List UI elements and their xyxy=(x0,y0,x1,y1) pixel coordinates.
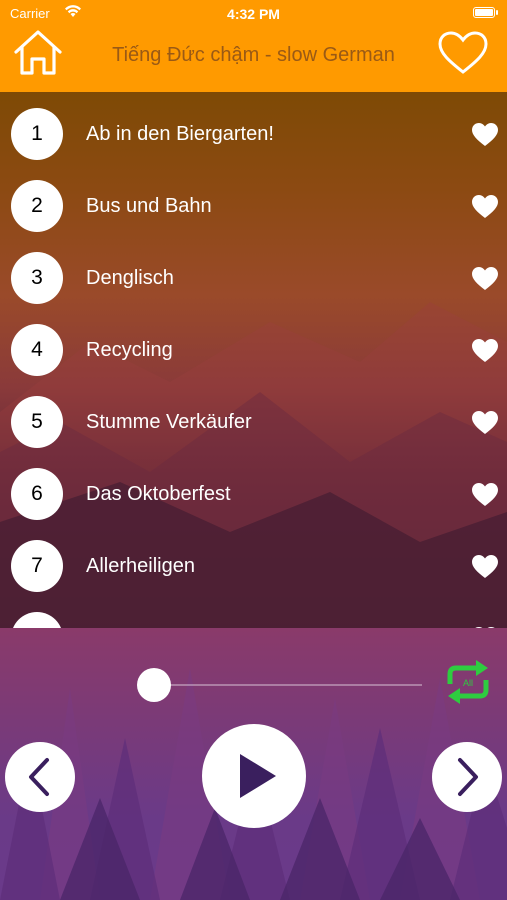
repeat-button[interactable]: All xyxy=(442,658,494,706)
lesson-title: Stumme Verkäufer xyxy=(86,411,252,433)
heart-icon[interactable] xyxy=(471,482,499,508)
play-icon xyxy=(240,754,276,798)
page-title: Tiếng Đức chậm - slow German xyxy=(112,44,395,66)
lesson-number: 2 xyxy=(11,180,63,232)
heart-icon[interactable] xyxy=(471,122,499,148)
top-bar: Carrier 4:32 PM Tiếng Đức chậm - slow Ge… xyxy=(0,0,507,92)
lesson-number: 1 xyxy=(11,108,63,160)
repeat-mode-label: All xyxy=(463,678,473,688)
next-button[interactable] xyxy=(432,742,502,812)
home-button[interactable] xyxy=(12,28,64,76)
heart-icon[interactable] xyxy=(471,554,499,580)
status-bar: Carrier 4:32 PM xyxy=(0,0,507,28)
heart-icon[interactable] xyxy=(471,194,499,220)
heart-icon[interactable] xyxy=(471,266,499,292)
heart-icon[interactable] xyxy=(471,410,499,436)
play-button[interactable] xyxy=(202,724,306,828)
lesson-number: 5 xyxy=(11,396,63,448)
heart-icon[interactable] xyxy=(471,338,499,364)
favorites-button[interactable] xyxy=(437,30,489,76)
previous-button[interactable] xyxy=(5,742,75,812)
list-item[interactable]: 2 Bus und Bahn xyxy=(0,170,507,242)
clock: 4:32 PM xyxy=(227,6,280,22)
list-item[interactable]: 3 Denglisch xyxy=(0,242,507,314)
list-item[interactable] xyxy=(0,602,507,628)
lesson-number: 6 xyxy=(11,468,63,520)
lesson-number: 3 xyxy=(11,252,63,304)
lesson-title: Das Oktoberfest xyxy=(86,483,231,505)
lesson-title: Ab in den Biergarten! xyxy=(86,123,274,145)
heart-outline-icon xyxy=(438,31,488,74)
list-item[interactable]: 5 Stumme Verkäufer xyxy=(0,386,507,458)
lesson-title: Allerheiligen xyxy=(86,555,195,577)
list-item[interactable]: 4 Recycling xyxy=(0,314,507,386)
lesson-title: Bus und Bahn xyxy=(86,195,212,217)
lesson-title: Denglisch xyxy=(86,267,174,289)
lesson-number xyxy=(11,612,63,628)
list-item[interactable]: 6 Das Oktoberfest xyxy=(0,458,507,530)
lesson-number: 7 xyxy=(11,540,63,592)
chevron-right-icon xyxy=(458,758,478,796)
lesson-list[interactable]: 1 Ab in den Biergarten! 2 Bus und Bahn 3… xyxy=(0,92,507,628)
chevron-left-icon xyxy=(29,758,49,796)
house-icon xyxy=(14,30,62,75)
lesson-number: 4 xyxy=(11,324,63,376)
repeat-icon: All xyxy=(447,660,489,704)
list-item[interactable]: 1 Ab in den Biergarten! xyxy=(0,98,507,170)
audio-player: All xyxy=(0,628,507,900)
battery-icon xyxy=(473,7,498,18)
list-item[interactable]: 7 Allerheiligen xyxy=(0,530,507,602)
progress-track[interactable] xyxy=(152,684,422,686)
progress-thumb[interactable] xyxy=(137,668,171,702)
lesson-title: Recycling xyxy=(86,339,173,361)
